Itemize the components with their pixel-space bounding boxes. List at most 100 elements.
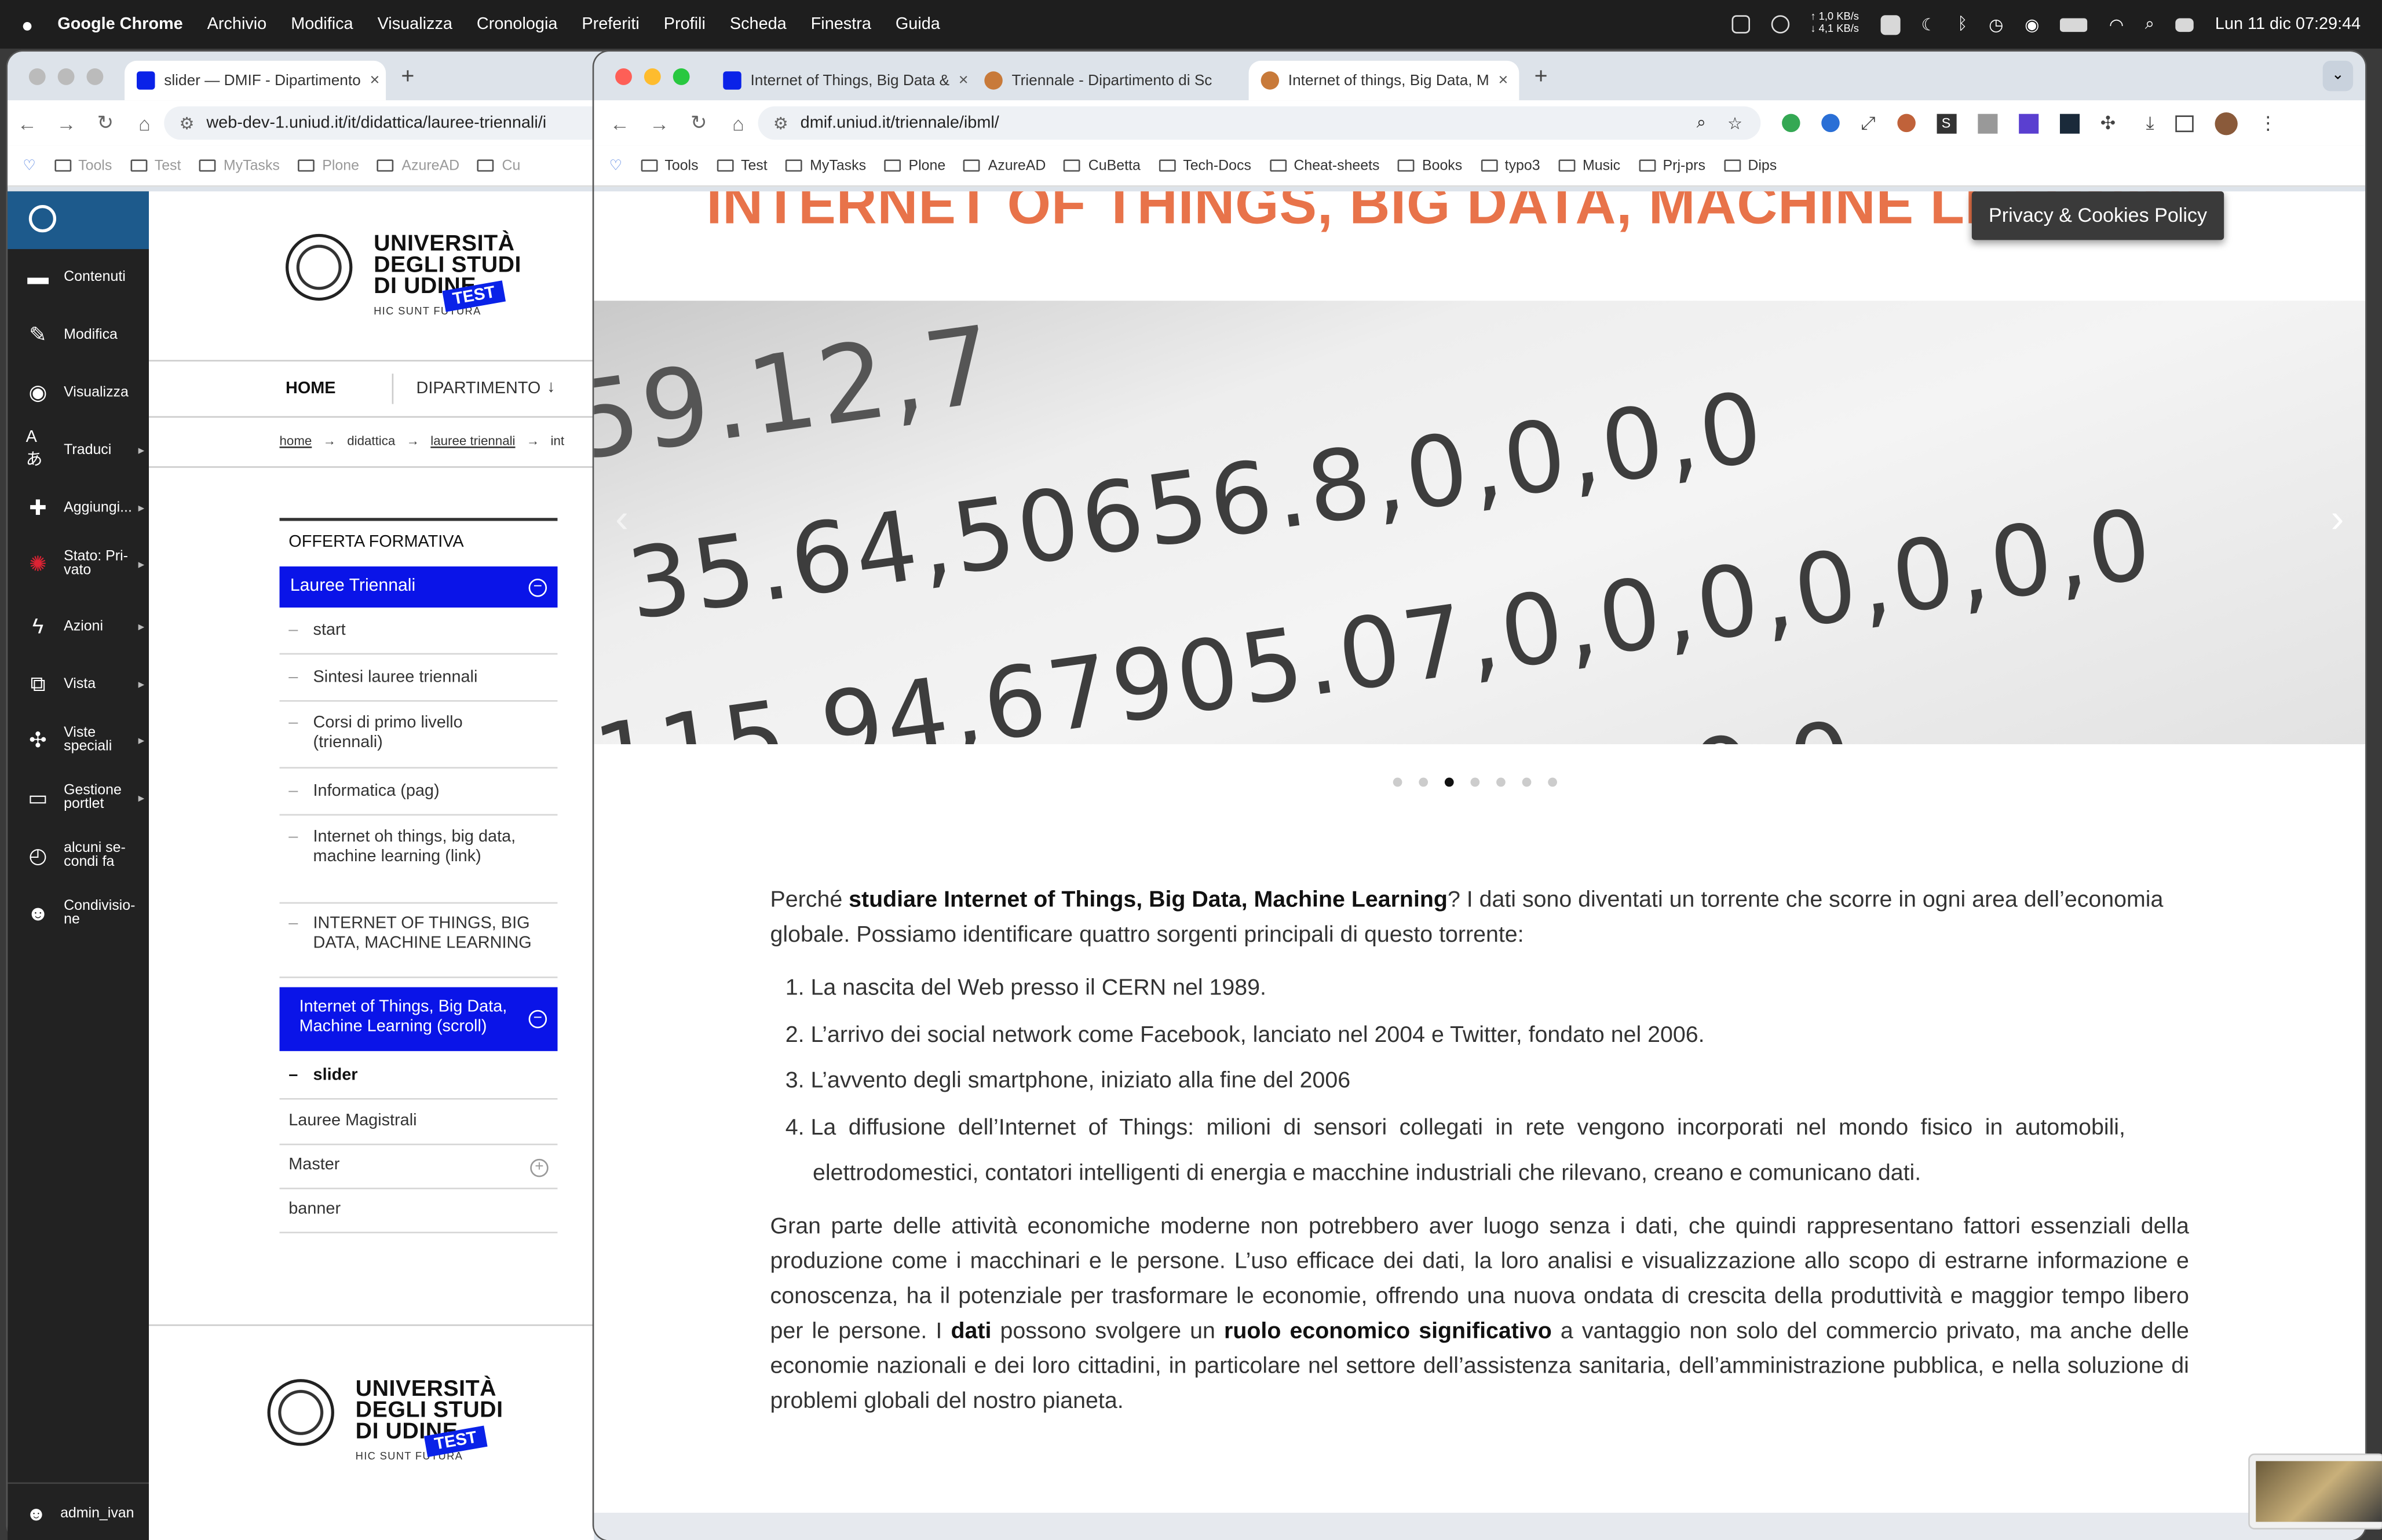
breadcrumb-current[interactable]: int	[550, 433, 564, 448]
footer-uniud-logo[interactable]: UNIVERSITÀ DEGLI STUDI DI UDINE HIC SUNT…	[267, 1376, 526, 1467]
side-panel-icon[interactable]	[2175, 114, 2194, 131]
forward-icon[interactable]: →	[640, 112, 679, 134]
bookmark-cheat-sheets[interactable]: Cheat-sheets	[1269, 157, 1380, 174]
reload-icon[interactable]: ↻	[679, 111, 718, 135]
menu-archivio[interactable]: Archivio	[207, 15, 267, 33]
toolbar-gestione-portlet[interactable]: ▭ Gestione portlet ▸	[8, 784, 149, 812]
menu-scheda[interactable]: Scheda	[730, 15, 787, 33]
time-machine-icon[interactable]: ◷	[1989, 14, 2003, 34]
cube-icon[interactable]	[1731, 15, 1750, 34]
zoom-icon[interactable]: ⌕	[1697, 113, 1706, 133]
bookmark-cu[interactable]: Cu	[477, 157, 520, 174]
app-menu[interactable]: Google Chrome	[57, 15, 182, 33]
window-grid-icon[interactable]	[1880, 14, 1900, 35]
toolbar-traduci[interactable]: Aあ Traduci ▸	[8, 429, 149, 470]
new-tab-button[interactable]: +	[1535, 63, 1548, 89]
toolbar-contenuti[interactable]: ▬ Contenuti	[8, 264, 149, 288]
plone-logo-button[interactable]	[8, 191, 149, 250]
profile-avatar[interactable]	[2215, 111, 2238, 135]
heart-bookmark-icon[interactable]: ♡	[609, 157, 622, 174]
extensions-puzzle-icon[interactable]: ✣	[2100, 112, 2116, 134]
bookmark-plone[interactable]: Plone	[298, 157, 359, 174]
collapse-icon[interactable]: −	[528, 1009, 547, 1029]
bookmark-azuread[interactable]: AzureAD	[377, 157, 459, 174]
right-tab-3-active[interactable]: Internet of things, Big Data, M ×	[1248, 60, 1519, 101]
tab-search-button[interactable]: ⌄	[2322, 60, 2354, 92]
control-center-icon[interactable]	[2175, 17, 2194, 31]
bookmark-mytasks[interactable]: MyTasks	[199, 157, 280, 174]
right-tab-2[interactable]: Triennale - Dipartimento di Sc	[972, 61, 1248, 100]
zoom-window-button[interactable]	[673, 67, 690, 85]
headphones-icon[interactable]	[1771, 15, 1789, 34]
slider-dot-3[interactable]	[1444, 777, 1454, 787]
reload-icon[interactable]: ↻	[86, 111, 125, 135]
user-circle-icon[interactable]: ◉	[2025, 14, 2039, 34]
breadcrumb-home[interactable]: home	[280, 433, 312, 448]
close-tab-icon[interactable]: ×	[1489, 71, 1508, 89]
menu-informatica[interactable]: – Informatica (pag)	[279, 774, 558, 816]
menu-start[interactable]: – start	[279, 613, 558, 655]
right-omnibox[interactable]: ⚙ dmif.uniud.it/triennale/ibml/ ⌕ ☆	[758, 106, 1761, 140]
star-bookmark-icon[interactable]: ☆	[1727, 113, 1742, 133]
menu-finestra[interactable]: Finestra	[811, 15, 871, 33]
toolbar-aggiungi[interactable]: ✚ Aggiungi... ▸	[8, 495, 149, 520]
nav-home[interactable]: HOME	[286, 380, 336, 398]
bookmark-books[interactable]: Books	[1398, 157, 1462, 174]
bookmark-music[interactable]: Music	[1558, 157, 1620, 174]
ext-code-icon[interactable]	[1977, 113, 1997, 133]
menu-profili[interactable]: Profili	[664, 15, 706, 33]
bookmark-tools[interactable]: Tools	[54, 157, 112, 174]
slider-dot-2[interactable]	[1419, 777, 1429, 787]
toolbar-modifica[interactable]: ✎ Modifica	[8, 321, 149, 346]
toolbar-visualizza[interactable]: ◉ Visualizza	[8, 379, 149, 404]
slider-dot-4[interactable]	[1470, 777, 1480, 787]
forward-icon[interactable]: →	[47, 112, 86, 134]
toolbar-stato[interactable]: ✺ Stato: Pri- vato ▸	[8, 550, 149, 578]
ext-blue-icon[interactable]	[1821, 114, 1840, 133]
slider-dot-1[interactable]	[1393, 777, 1402, 787]
menu-modifica[interactable]: Modifica	[291, 15, 353, 33]
left-tab-active[interactable]: slider — DMIF - Dipartimento ×	[125, 60, 386, 101]
floating-thumbnail[interactable]	[2248, 1453, 2382, 1530]
right-url[interactable]: dmif.uniud.it/triennale/ibml/	[801, 114, 999, 132]
right-tab-1[interactable]: Internet of Things, Big Data & ×	[711, 61, 972, 100]
toolbar-azioni[interactable]: ϟ Azioni ▸	[8, 613, 149, 638]
ext-cookie-icon[interactable]	[1897, 114, 1915, 133]
menu-lauree-magistrali[interactable]: Lauree Magistrali	[279, 1104, 558, 1146]
back-icon[interactable]: ←	[8, 112, 47, 134]
menu-iot-upper[interactable]: – INTERNET OF THINGS, BIG DATA, MACHINE L…	[279, 908, 558, 978]
menu-master[interactable]: Master +	[279, 1148, 558, 1190]
toolbar-vista[interactable]: ⧉ Vista ▸	[8, 671, 149, 696]
site-info-icon[interactable]: ⚙	[179, 113, 194, 133]
spotlight-search-icon[interactable]: ⌕	[2145, 14, 2154, 34]
home-icon[interactable]: ⌂	[125, 112, 165, 134]
ext-expand-icon[interactable]: ⤢	[1861, 112, 1875, 134]
menu-iot-scroll[interactable]: Internet of Things, Big Data, Machine Le…	[279, 987, 558, 1051]
slider-dot-6[interactable]	[1522, 777, 1532, 787]
expand-icon[interactable]: +	[530, 1158, 549, 1177]
bookmark-cubetta[interactable]: CuBetta	[1064, 157, 1141, 174]
close-window-button[interactable]	[28, 67, 46, 85]
menu-iot-link[interactable]: – Internet oh things, big data, machine l…	[279, 822, 558, 904]
close-tab-icon[interactable]: ×	[949, 71, 969, 89]
bookmark-tech-docs[interactable]: Tech-Docs	[1159, 157, 1251, 174]
slider-dot-7[interactable]	[1548, 777, 1557, 787]
slider-prev-icon[interactable]: ‹	[615, 495, 629, 542]
menu-banner[interactable]: banner	[279, 1193, 558, 1234]
menu-lauree-triennali[interactable]: Lauree Triennali −	[279, 566, 558, 608]
slider-next-icon[interactable]: ›	[2331, 495, 2344, 542]
toolbar-viste-speciali[interactable]: ✣ Viste speciali ▸	[8, 726, 149, 754]
collapse-icon[interactable]: −	[528, 579, 547, 597]
back-icon[interactable]: ←	[600, 112, 640, 134]
ext-k-icon[interactable]	[2059, 113, 2080, 133]
datetime[interactable]: Lun 11 dic 07:29:44	[2215, 15, 2361, 33]
bookmark-mytasks[interactable]: MyTasks	[786, 157, 866, 174]
bookmark-test[interactable]: Test	[717, 157, 768, 174]
bookmark-azuread[interactable]: AzureAD	[963, 157, 1046, 174]
close-window-button[interactable]	[615, 67, 632, 85]
bookmark-plone[interactable]: Plone	[884, 157, 945, 174]
toolbar-history[interactable]: ◴ alcuni se- condi fa	[8, 841, 149, 869]
ext-s-icon[interactable]: S	[1936, 113, 1956, 133]
menu-preferiti[interactable]: Preferiti	[582, 15, 639, 33]
ext-green-icon[interactable]	[1782, 114, 1800, 133]
